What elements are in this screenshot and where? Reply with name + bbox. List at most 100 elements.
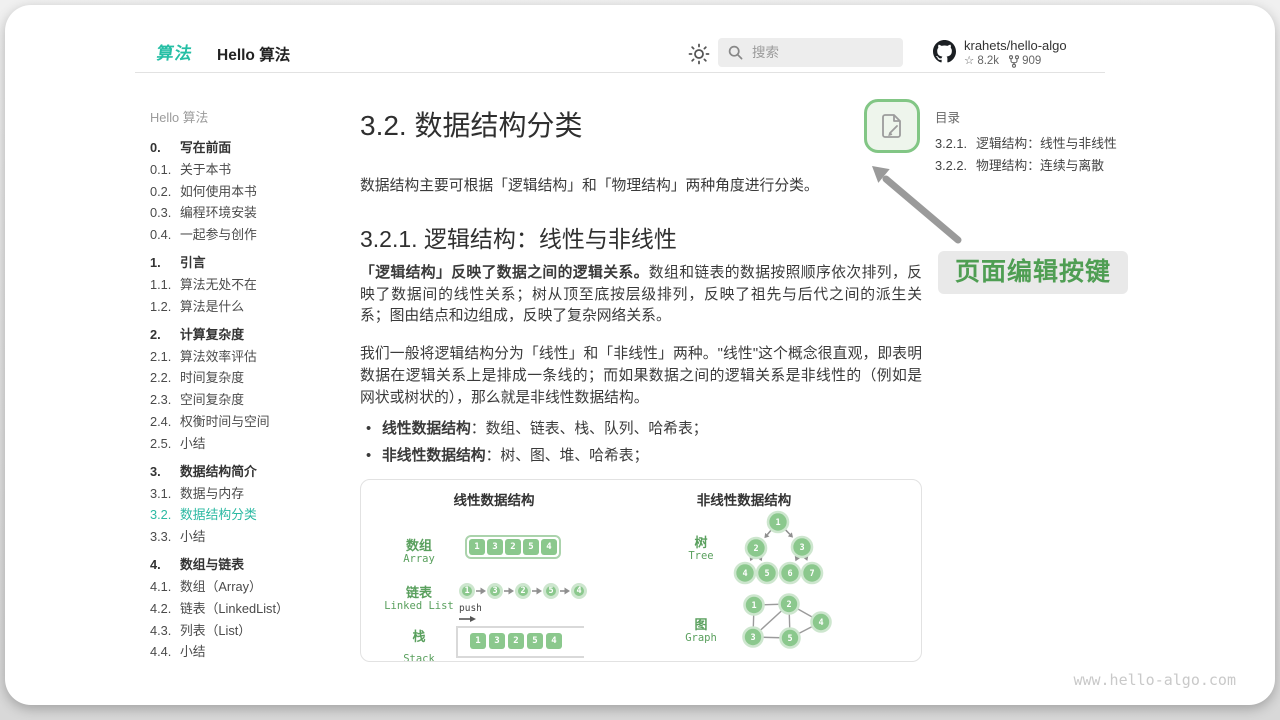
svg-text:5: 5 bbox=[787, 634, 792, 644]
graph-label-en: Graph bbox=[661, 632, 741, 644]
sidebar-item-label: 权衡时间与空间 bbox=[180, 415, 270, 428]
arrow-right-icon bbox=[476, 586, 486, 596]
sidebar-item-label: 算法是什么 bbox=[180, 300, 244, 313]
sidebar-item-number: 0.2. bbox=[150, 185, 180, 198]
sidebar-item-number: 4.3. bbox=[150, 624, 180, 637]
sidebar-item[interactable]: 2.3. 空间复杂度 bbox=[150, 393, 345, 406]
linked-list-node: 1 bbox=[459, 583, 475, 599]
array-cell: 3 bbox=[489, 633, 505, 649]
array-cell: 5 bbox=[523, 539, 539, 555]
array-cell: 1 bbox=[470, 633, 486, 649]
sidebar-item-label: 小结 bbox=[180, 530, 206, 543]
svg-text:4: 4 bbox=[818, 618, 823, 628]
linked-list-label-zh: 链表 bbox=[369, 582, 469, 601]
logic-structure-paragraph: 「逻辑结构」反映了数据之间的逻辑关系。数组和链表的数据按照顺序依次排列，反映了数… bbox=[360, 263, 922, 328]
linked-list-node: 4 bbox=[571, 583, 587, 599]
stack-label-zh: 栈 bbox=[369, 626, 469, 645]
page-title: 3.2. 数据结构分类 bbox=[360, 108, 922, 144]
sidebar-item[interactable]: 4.2. 链表（LinkedList） bbox=[150, 602, 345, 615]
sidebar-item[interactable]: 3. 数据结构简介 bbox=[150, 465, 345, 478]
sidebar-item[interactable]: 3.3. 小结 bbox=[150, 530, 345, 543]
array-cell: 4 bbox=[546, 633, 562, 649]
array-label-en: Array bbox=[369, 553, 469, 565]
site-title[interactable]: Hello 算法 bbox=[217, 43, 290, 65]
svg-text:1: 1 bbox=[751, 601, 756, 611]
sidebar-item[interactable]: 2.5. 小结 bbox=[150, 437, 345, 450]
sidebar-item[interactable]: 2.4. 权衡时间与空间 bbox=[150, 415, 345, 428]
linked-list-node: 2 bbox=[515, 583, 531, 599]
svg-text:6: 6 bbox=[787, 569, 792, 579]
push-label: push bbox=[459, 603, 482, 614]
sidebar-item[interactable]: 0.3. 编程环境安装 bbox=[150, 206, 345, 219]
sidebar-item-number: 2.3. bbox=[150, 393, 180, 406]
sidebar-item[interactable]: 3.1. 数据与内存 bbox=[150, 487, 345, 500]
toc-item[interactable]: 3.2.1. 逻辑结构：线性与非线性 bbox=[935, 137, 1165, 150]
tree-label-zh: 树 bbox=[661, 532, 741, 551]
github-repo-name: krahets/hello-algo bbox=[964, 38, 1067, 54]
sidebar-item-number: 4.4. bbox=[150, 645, 180, 658]
sidebar-item[interactable]: 4.1. 数组（Array） bbox=[150, 580, 345, 593]
svg-text:2: 2 bbox=[753, 544, 758, 554]
sidebar-item-label: 编程环境安装 bbox=[180, 206, 257, 219]
theme-toggle-button[interactable] bbox=[687, 42, 711, 66]
github-repo-link[interactable]: krahets/hello-algo ☆ 8.2k 909 bbox=[933, 38, 1067, 69]
sidebar-item-label: 如何使用本书 bbox=[180, 185, 257, 198]
sidebar-item[interactable]: 2.1. 算法效率评估 bbox=[150, 350, 345, 363]
sidebar-item-label: 写在前面 bbox=[180, 141, 231, 154]
sidebar-item[interactable]: 2. 计算复杂度 bbox=[150, 328, 345, 341]
sidebar-item-label: 数组与链表 bbox=[180, 558, 244, 571]
sidebar-item[interactable]: 0.2. 如何使用本书 bbox=[150, 185, 345, 198]
sidebar-item-label: 小结 bbox=[180, 645, 206, 658]
sidebar-item[interactable]: 2.2. 时间复杂度 bbox=[150, 371, 345, 384]
sidebar-item-label: 数据与内存 bbox=[180, 487, 244, 500]
linked-list-node: 3 bbox=[487, 583, 503, 599]
sidebar-nav: Hello 算法 0. 写在前面 0.1. 关于本书 0.2. 如何使用本书 0… bbox=[150, 107, 345, 667]
page-edit-button[interactable] bbox=[864, 99, 920, 153]
array-cell: 3 bbox=[487, 539, 503, 555]
sidebar-item[interactable]: 3.2. 数据结构分类 bbox=[150, 508, 345, 521]
search-box[interactable] bbox=[718, 38, 903, 67]
sidebar-item[interactable]: 0. 写在前面 bbox=[150, 141, 345, 154]
sidebar-item-number: 3.1. bbox=[150, 487, 180, 500]
arrow-right-icon bbox=[532, 586, 542, 596]
sidebar-item-label: 关于本书 bbox=[180, 163, 231, 176]
svg-text:3: 3 bbox=[799, 543, 804, 553]
github-icon bbox=[933, 40, 956, 63]
site-logo[interactable]: 算法 bbox=[155, 39, 195, 64]
sidebar-item-number: 3.2. bbox=[150, 508, 180, 521]
sidebar-item[interactable]: 0.4. 一起参与创作 bbox=[150, 228, 345, 241]
sidebar-item-number: 3. bbox=[150, 465, 180, 478]
sidebar-item-number: 0.1. bbox=[150, 163, 180, 176]
sidebar-item-label: 链表（LinkedList） bbox=[180, 602, 289, 615]
sidebar-item[interactable]: 4. 数组与链表 bbox=[150, 558, 345, 571]
svg-text:1: 1 bbox=[775, 518, 780, 528]
star-icon: ☆ bbox=[964, 54, 974, 69]
search-input[interactable] bbox=[752, 45, 882, 60]
fork-icon bbox=[1009, 55, 1019, 68]
sidebar-item-label: 时间复杂度 bbox=[180, 371, 244, 384]
sidebar-item-label: 小结 bbox=[180, 437, 206, 450]
sidebar-item[interactable]: 1. 引言 bbox=[150, 256, 345, 269]
sidebar-item[interactable]: 1.2. 算法是什么 bbox=[150, 300, 345, 313]
sidebar-item-number: 1. bbox=[150, 256, 180, 269]
sidebar-item-number: 2.4. bbox=[150, 415, 180, 428]
intro-paragraph: 数据结构主要可根据「逻辑结构」和「物理结构」两种角度进行分类。 bbox=[360, 175, 922, 197]
edit-page-icon bbox=[880, 112, 904, 140]
header-divider bbox=[135, 72, 1105, 73]
sidebar-item-number: 0. bbox=[150, 141, 180, 154]
sidebar-item[interactable]: 4.3. 列表（List） bbox=[150, 624, 345, 637]
svg-text:3: 3 bbox=[750, 633, 755, 643]
search-icon bbox=[728, 45, 743, 60]
sidebar-item[interactable]: 4.4. 小结 bbox=[150, 645, 345, 658]
data-structure-figure: 线性数据结构 非线性数据结构 数组 Array 13254 链表 Linked … bbox=[360, 479, 922, 662]
tree-label-en: Tree bbox=[661, 550, 741, 562]
sidebar-item-label: 计算复杂度 bbox=[180, 328, 244, 341]
sidebar-item[interactable]: 1.1. 算法无处不在 bbox=[150, 278, 345, 291]
screenshot-root: 算法 Hello 算法 bbox=[0, 0, 1280, 720]
linked-list-node: 5 bbox=[543, 583, 559, 599]
sidebar-item[interactable]: 0.1. 关于本书 bbox=[150, 163, 345, 176]
github-stats: ☆ 8.2k 909 bbox=[964, 54, 1067, 69]
brightness-icon bbox=[687, 42, 711, 66]
sidebar-item-number: 0.4. bbox=[150, 228, 180, 241]
sidebar-item-label: 一起参与创作 bbox=[180, 228, 257, 241]
